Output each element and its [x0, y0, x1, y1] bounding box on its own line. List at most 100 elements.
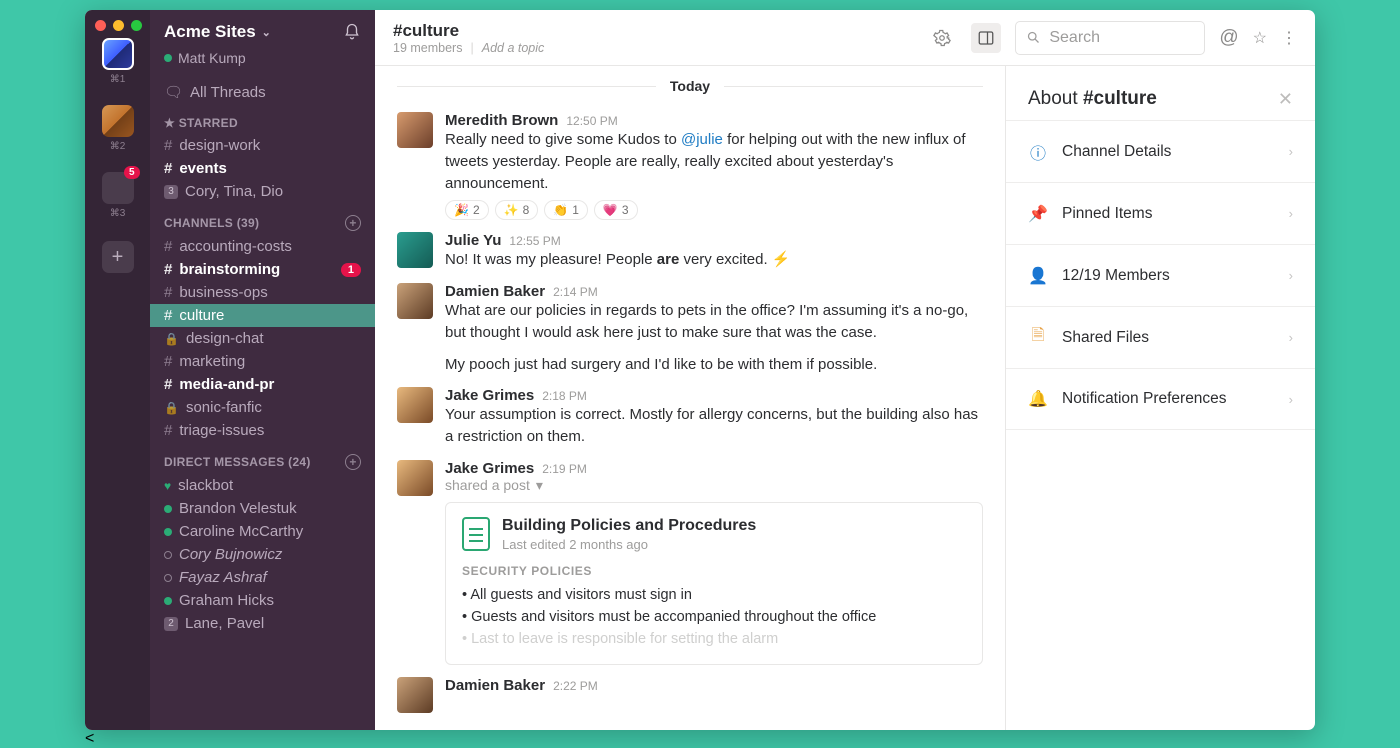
user-mention[interactable]: @julie [681, 131, 723, 148]
presence-online-icon [164, 54, 172, 62]
message-time: 12:55 PM [509, 234, 560, 248]
details-panel: About #culture ✕ ⓘ Channel Details › 📌 P… [1005, 66, 1315, 730]
current-user[interactable]: Matt Kump [150, 50, 375, 76]
add-channel-button[interactable]: + [345, 215, 361, 231]
workspace-shortcut: ⌘1 [110, 74, 126, 85]
section-channels[interactable]: CHANNELS (39) + [150, 203, 375, 235]
zoom-window-icon[interactable] [131, 20, 142, 31]
minimize-window-icon[interactable] [113, 20, 124, 31]
dm-cory[interactable]: Cory Bujnowicz [150, 543, 375, 566]
unread-badge: 5 [124, 166, 140, 179]
reaction-button[interactable]: ✨8 [495, 200, 539, 220]
dm-brandon[interactable]: Brandon Velestuk [150, 497, 375, 520]
reaction-button[interactable]: 🎉2 [445, 200, 489, 220]
starred-channel-events[interactable]: #events [150, 157, 375, 180]
all-threads-link[interactable]: 🗨 All Threads [150, 80, 375, 104]
window-controls[interactable] [95, 20, 142, 31]
presence-online-icon [164, 528, 172, 536]
dm-fayaz[interactable]: Fayaz Ashraf [150, 566, 375, 589]
chevron-right-icon: › [1289, 206, 1293, 221]
chevron-down-icon: ⌄ [262, 26, 271, 39]
lock-icon: 🔒 [164, 332, 179, 346]
message[interactable]: Jake Grimes2:18 PM Your assumption is co… [397, 381, 983, 454]
message[interactable]: Damien Baker2:14 PM What are our policie… [397, 277, 983, 381]
message-author[interactable]: Jake Grimes [445, 387, 534, 404]
dm-lane-pavel[interactable]: 2Lane, Pavel [150, 612, 375, 635]
message-author[interactable]: Jake Grimes [445, 460, 534, 477]
reaction-button[interactable]: 💗3 [594, 200, 638, 220]
channel-triage-issues[interactable]: #triage-issues [150, 419, 375, 442]
chevron-right-icon: › [1289, 392, 1293, 407]
add-workspace-button[interactable]: + [102, 241, 134, 273]
dm-caroline[interactable]: Caroline McCarthy [150, 520, 375, 543]
message-author[interactable]: Meredith Brown [445, 112, 558, 129]
section-dms[interactable]: DIRECT MESSAGES (24) + [150, 442, 375, 474]
reaction-bar: 🎉2 ✨8 👏1 💗3 [445, 200, 983, 220]
starred-group-dm[interactable]: 3Cory, Tina, Dio [150, 180, 375, 203]
message[interactable]: Meredith Brown12:50 PM Really need to gi… [397, 106, 983, 226]
bell-icon: 🔔 [1028, 389, 1048, 409]
presence-online-icon [164, 505, 172, 513]
dm-slackbot[interactable]: ♥slackbot [150, 474, 375, 497]
details-pane-toggle[interactable] [971, 23, 1001, 53]
channel-brainstorming[interactable]: #brainstorming1 [150, 258, 375, 281]
avatar[interactable] [397, 232, 433, 268]
message-list[interactable]: Today Meredith Brown12:50 PM Really need… [375, 66, 1005, 730]
workspace-tile-2[interactable]: ⌘2 [102, 105, 134, 152]
workspace-tile-1[interactable]: ⌘1 [102, 38, 134, 85]
avatar[interactable] [397, 387, 433, 423]
section-count: (39) [237, 216, 260, 230]
reaction-button[interactable]: 👏1 [544, 200, 588, 220]
message-author[interactable]: Julie Yu [445, 232, 501, 249]
more-menu-button[interactable]: ⋮ [1281, 28, 1297, 48]
presence-away-icon [164, 551, 172, 559]
message-text: Your assumption is correct. Mostly for a… [445, 404, 983, 448]
panel-row-files[interactable]: 🗎 Shared Files › [1006, 306, 1315, 368]
message[interactable]: Damien Baker 2:22 PM [397, 671, 983, 719]
add-dm-button[interactable]: + [345, 454, 361, 470]
channel-title[interactable]: #culture [393, 21, 913, 41]
starred-channel-design-work[interactable]: #design-work [150, 134, 375, 157]
channel-business-ops[interactable]: #business-ops [150, 281, 375, 304]
avatar[interactable] [397, 283, 433, 319]
close-panel-button[interactable]: ✕ [1278, 89, 1293, 110]
panel-row-members[interactable]: 👤 12/19 Members › [1006, 244, 1315, 306]
avatar[interactable] [397, 112, 433, 148]
attachment-card[interactable]: Building Policies and Procedures Last ed… [445, 502, 983, 665]
search-input[interactable]: Search [1015, 21, 1205, 55]
shared-action-label: shared a post▾ [445, 477, 983, 494]
panel-row-notifications[interactable]: 🔔 Notification Preferences › [1006, 368, 1315, 430]
message[interactable]: Jake Grimes 2:19 PM shared a post▾ Buildi… [397, 454, 983, 671]
channel-culture[interactable]: #culture [150, 304, 375, 327]
attachment-bullets: All guests and visitors must sign in Gue… [462, 584, 966, 650]
presence-away-icon [164, 574, 172, 582]
message-time: 2:19 PM [542, 462, 587, 476]
message-author[interactable]: Damien Baker [445, 283, 545, 300]
notifications-icon[interactable] [343, 23, 361, 41]
team-name[interactable]: Acme Sites ⌄ [164, 22, 271, 42]
message-author[interactable]: Damien Baker [445, 677, 545, 694]
workspace-shortcut: ⌘2 [110, 141, 126, 152]
add-topic-link[interactable]: Add a topic [482, 41, 545, 55]
chevron-down-icon[interactable]: ▾ [536, 477, 543, 494]
panel-row-pinned[interactable]: 📌 Pinned Items › [1006, 182, 1315, 244]
workspace-tile-3[interactable]: 5 ⌘3 [102, 172, 134, 219]
section-starred: ★ STARRED [150, 104, 375, 134]
close-window-icon[interactable] [95, 20, 106, 31]
avatar[interactable] [397, 460, 433, 496]
channel-media-and-pr[interactable]: #media-and-pr [150, 373, 375, 396]
channel-marketing[interactable]: #marketing [150, 350, 375, 373]
message[interactable]: Julie Yu12:55 PM No! It was my pleasure!… [397, 226, 983, 277]
channel-accounting-costs[interactable]: #accounting-costs [150, 235, 375, 258]
mentions-button[interactable]: @ [1219, 27, 1238, 49]
avatar[interactable] [397, 677, 433, 713]
message-time: 2:22 PM [553, 679, 598, 693]
star-button[interactable]: ☆ [1253, 28, 1267, 48]
channel-design-chat[interactable]: 🔒design-chat [150, 327, 375, 350]
member-count[interactable]: 19 members [393, 41, 462, 55]
settings-button[interactable] [927, 23, 957, 53]
member-count-icon: 3 [164, 185, 178, 199]
channel-sonic-fanfic[interactable]: 🔒sonic-fanfic [150, 396, 375, 419]
panel-row-channel-details[interactable]: ⓘ Channel Details › [1006, 120, 1315, 182]
dm-graham[interactable]: Graham Hicks [150, 589, 375, 612]
